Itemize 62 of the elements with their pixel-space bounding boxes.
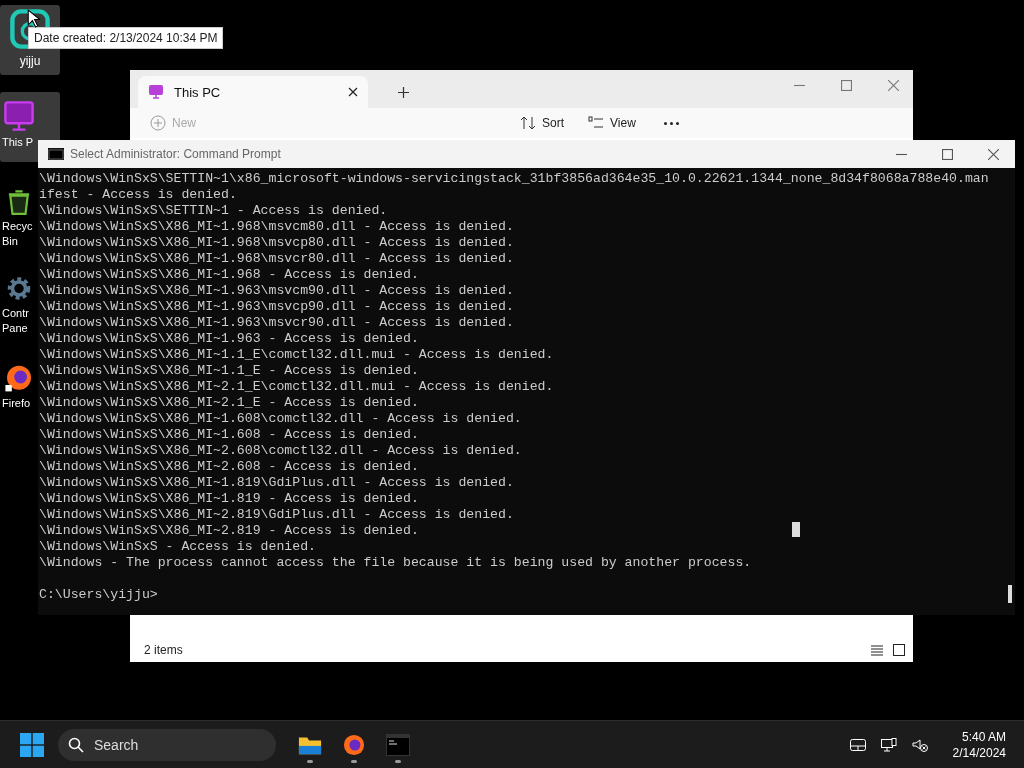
- windows-logo-icon[interactable]: [20, 732, 44, 757]
- status-text: 2 items: [144, 643, 183, 657]
- icon-label[interactable]: Recyc Bin: [2, 219, 33, 249]
- console-line: \Windows\WinSxS\X86_MI~1.963\msvcm90.dll - Access is denied.: [39, 283, 514, 298]
- tiles-view-icon[interactable]: [893, 644, 905, 656]
- console-line: \Windows\WinSxS\X86_MI~1.963 - Access is denied.: [39, 331, 419, 346]
- console-line: \Windows\WinSxS\X86_MI~2.819\GdiPlus.dll - Access is denied.: [39, 507, 514, 522]
- toolbar-button[interactable]: Sort: [520, 115, 565, 131]
- icon-label[interactable]: This P: [2, 135, 34, 150]
- close-icon[interactable]: [348, 87, 358, 97]
- console-line: \Windows\WinSxS\X86_MI~1.1_E - Access is denied.: [39, 363, 419, 378]
- network-icon[interactable]: [880, 737, 897, 752]
- console-line: \Windows\WinSxS\X86_MI~1.1_E\comctl32.dll.mui - Access is denied.: [39, 347, 554, 362]
- maximize-icon[interactable]: [841, 80, 852, 91]
- icon-label[interactable]: Contr Pane: [2, 306, 29, 336]
- monitor-icon: [148, 84, 164, 100]
- console-line: \Windows\WinSxS\X86_MI~1.963\msvcr90.dll - Access is denied.: [39, 315, 514, 330]
- monitor-icon[interactable]: [3, 100, 35, 132]
- console-line: \Windows\WinSxS\X86_MI~1.608\comctl32.dll - Access is denied.: [39, 411, 522, 426]
- console-line: \Windows\WinSxS\X86_MI~1.819\GdiPlus.dll - Access is denied.: [39, 475, 514, 490]
- console-line: \Windows\WinSxS\X86_MI~1.963\msvcp90.dll - Access is denied.: [39, 299, 514, 314]
- command-prompt: C:\Users\yijju>: [39, 587, 158, 602]
- console-line: \Windows\WinSxS\X86_MI~2.819 - Access is denied.: [39, 523, 419, 538]
- console-line: \Windows\WinSxS\X86_MI~2.1_E\comctl32.dll.mui - Access is denied.: [39, 379, 554, 394]
- new-tab-icon[interactable]: [398, 87, 409, 98]
- console-line: \Windows\WinSxS\X86_MI~2.1_E - Access is denied.: [39, 395, 419, 410]
- terminal-icon[interactable]: [386, 733, 410, 756]
- toolbar-button[interactable]: View: [588, 115, 636, 131]
- text-cursor: [792, 522, 800, 537]
- console-line: \Windows\WinSxS\SETTIN~1 - Access is denied.: [39, 203, 388, 218]
- console-line: \Windows\WinSxS\X86_MI~2.608\comctl32.dll - Access is denied.: [39, 443, 522, 458]
- clock[interactable]: 5:40 AM 2/14/2024: [952, 728, 1006, 761]
- scrollbar-thumb[interactable]: [1008, 585, 1012, 603]
- tooltip: Date created: 2/13/2024 10:34 PM: [28, 27, 224, 49]
- maximize-icon[interactable]: [942, 149, 953, 160]
- search-field[interactable]: Search: [58, 728, 276, 761]
- console-line: \Windows\WinSxS\X86_MI~1.968\msvcr80.dll - Access is denied.: [39, 251, 514, 266]
- console-line: \Windows\WinSxS\X86_MI~1.968\msvcm80.dll - Access is denied.: [39, 219, 514, 234]
- console-line: \Windows\WinSxS\X86_MI~1.968\msvcp80.dll - Access is denied.: [39, 235, 514, 250]
- tab[interactable]: This PC: [138, 76, 368, 108]
- mouse-pointer-icon: [27, 9, 40, 28]
- plus-icon: [150, 115, 166, 131]
- console-line: \Windows\WinSxS\X86_MI~1.819 - Access is denied.: [39, 491, 419, 506]
- window-title: Select Administrator: Command Prompt: [70, 147, 281, 161]
- view-icon: [588, 115, 605, 131]
- console-line: \Windows\WinSxS - Access is denied.: [39, 539, 316, 554]
- console-line: \Windows\WinSxS\X86_MI~2.608 - Access is denied.: [39, 459, 419, 474]
- search-icon: [68, 736, 84, 753]
- sort-icon: [520, 115, 536, 131]
- volume-muted-icon[interactable]: [911, 737, 928, 752]
- icon-label[interactable]: yijju: [19, 54, 41, 69]
- console-line: ifest - Access is denied.: [39, 187, 237, 202]
- icon-label[interactable]: Firefo: [2, 396, 31, 411]
- close-icon[interactable]: [988, 149, 999, 160]
- firefox-icon[interactable]: [342, 733, 366, 756]
- touchpad-icon[interactable]: [849, 737, 866, 752]
- console-line: \Windows - The process cannot access the file because it is being used by another process.: [39, 555, 752, 570]
- console-line: \Windows\WinSxS\X86_MI~1.968 - Access is denied.: [39, 267, 419, 282]
- console-line: \Windows\WinSxS\SETTIN~1\x86_microsoft-windows-servicingstack_31bf3856ad364e35_10.0.22621.1344_none_8d34f8068a788e40.man: [39, 171, 989, 186]
- terminal-icon: [48, 148, 64, 160]
- console-line: \Windows\WinSxS\X86_MI~1.608 - Access is denied.: [39, 427, 419, 442]
- details-view-icon[interactable]: [871, 644, 883, 656]
